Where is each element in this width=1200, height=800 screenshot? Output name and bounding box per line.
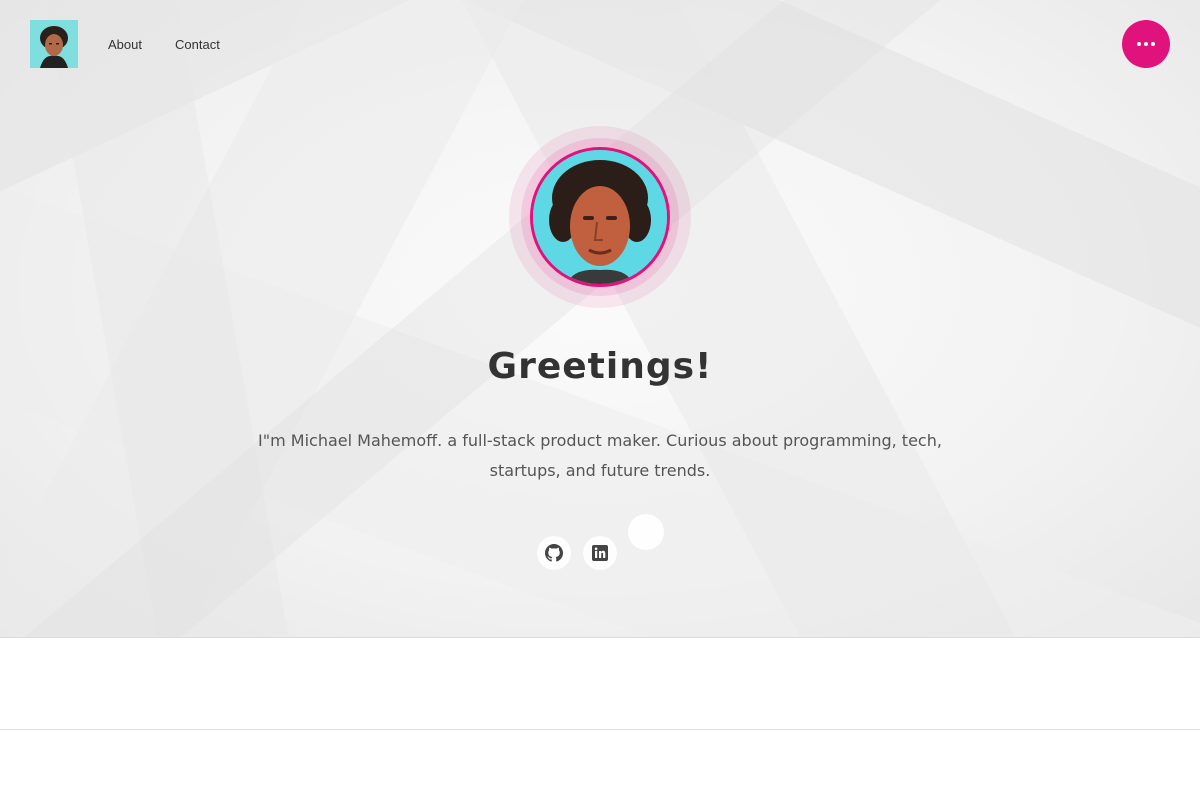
profile-avatar-halo: [509, 126, 691, 308]
more-dots-icon: [1137, 42, 1155, 46]
decorative-bubble: [628, 514, 664, 550]
linkedin-link[interactable]: [583, 536, 617, 570]
github-icon: [545, 544, 563, 562]
profile-avatar: [530, 147, 670, 287]
hero-headline: Greetings!: [487, 346, 713, 387]
site-logo-avatar[interactable]: [30, 20, 78, 68]
nav-link-contact[interactable]: Contact: [175, 37, 220, 52]
nav-link-about[interactable]: About: [108, 37, 142, 52]
menu-button[interactable]: [1122, 20, 1170, 68]
top-navigation: About Contact: [0, 0, 1200, 90]
github-link[interactable]: [537, 536, 571, 570]
section-divider: [0, 729, 1200, 730]
linkedin-icon: [592, 545, 608, 561]
hero-bio: I"m Michael Mahemoff. a full-stack produ…: [258, 431, 942, 480]
